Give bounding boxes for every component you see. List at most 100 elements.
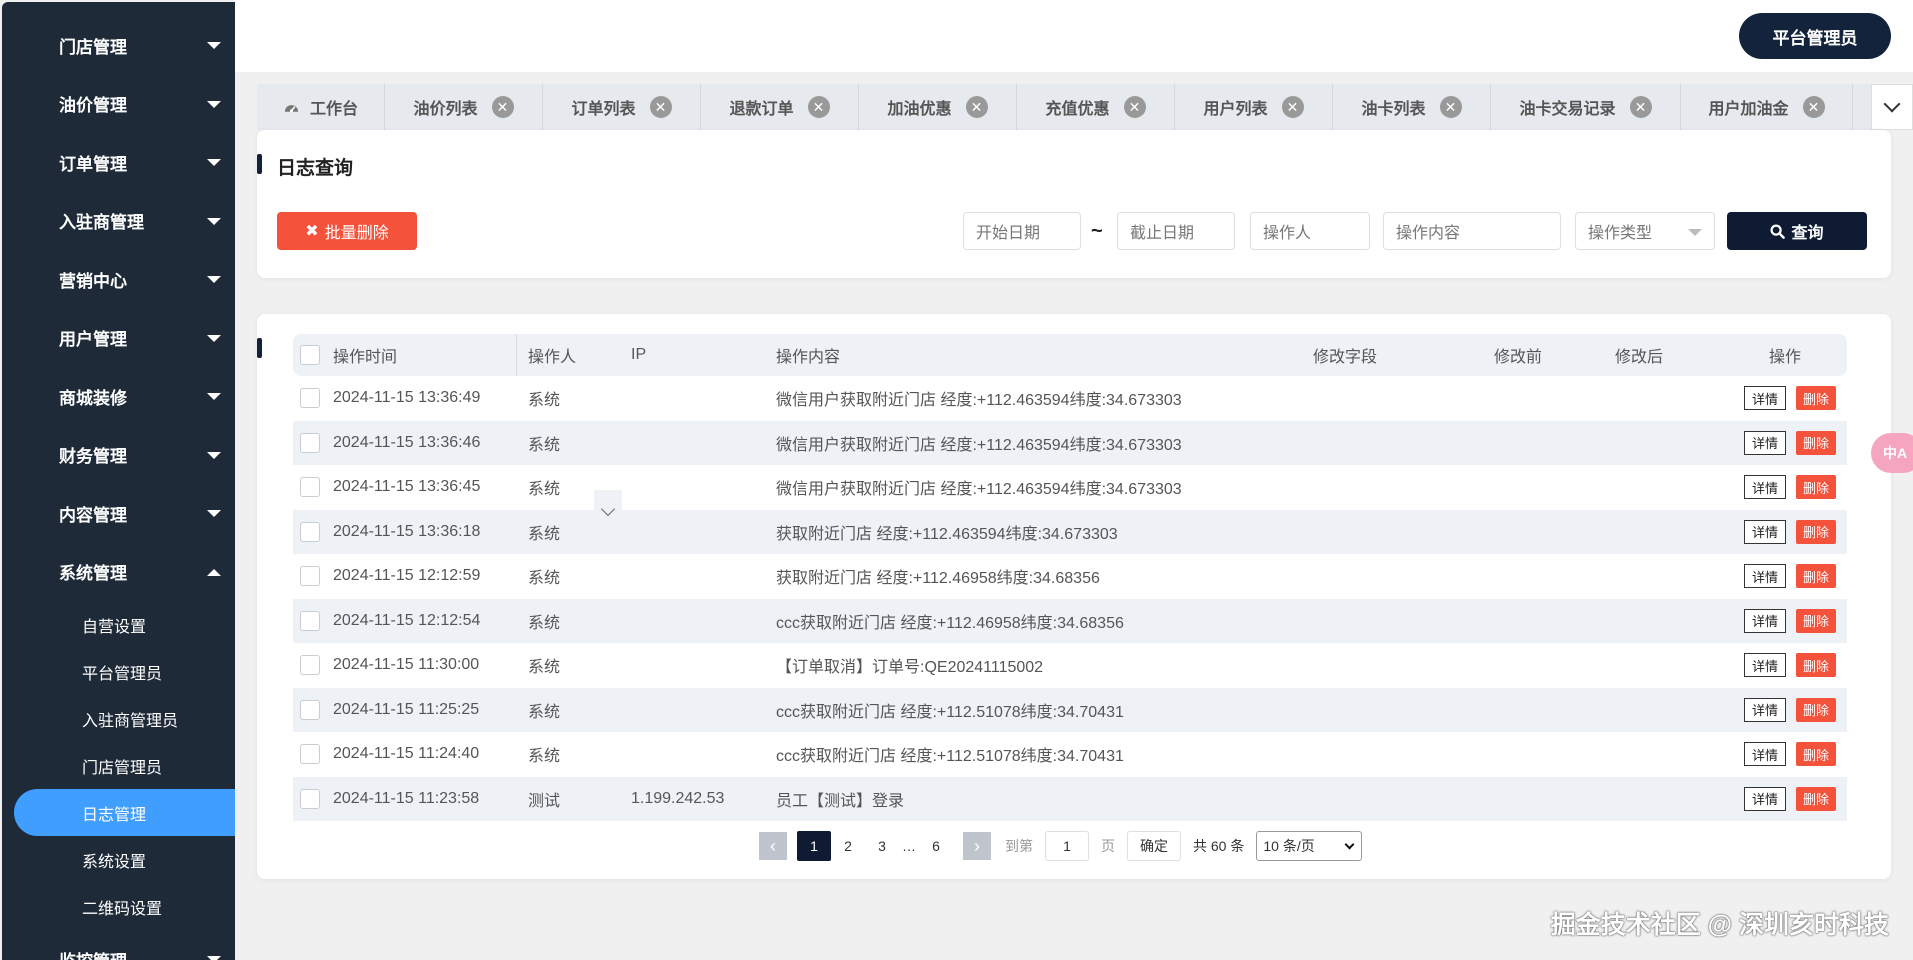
table-row: 2024-11-15 11:30:00 系统 【订单取消】订单号:QE2024111… (293, 643, 1847, 688)
delete-button[interactable]: 删除 (1796, 608, 1836, 633)
detail-button[interactable]: 详情 (1744, 386, 1786, 411)
cell-time: 2024-11-15 11:25:25 (333, 700, 480, 718)
row-checkbox[interactable] (300, 388, 320, 409)
detail-button[interactable]: 详情 (1744, 786, 1786, 811)
sidebar-menu-monitor[interactable]: 监控管理 (2, 930, 235, 960)
close-icon[interactable]: ✕ (1123, 96, 1146, 118)
delete-button[interactable]: 删除 (1796, 697, 1836, 722)
sidebar-subitem-2[interactable]: 入驻商管理员 (2, 695, 235, 742)
end-date-input[interactable]: 截止日期 (1117, 212, 1235, 250)
close-icon[interactable]: ✕ (1629, 96, 1652, 118)
page-3[interactable]: 3 (865, 832, 899, 860)
detail-button[interactable]: 详情 (1744, 430, 1786, 455)
tab-5[interactable]: 充值优惠 ✕ (1017, 84, 1175, 130)
delete-button[interactable]: 删除 (1796, 430, 1836, 455)
sidebar-menu-8[interactable]: 内容管理 (2, 484, 235, 543)
delete-button[interactable]: 删除 (1796, 519, 1836, 544)
close-icon[interactable]: ✕ (1802, 96, 1825, 118)
sidebar-menu-4[interactable]: 营销中心 (2, 250, 235, 309)
header-content: 操作内容 (776, 349, 841, 366)
close-icon[interactable]: ✕ (1439, 96, 1462, 118)
page-6[interactable]: 6 (919, 832, 953, 860)
row-checkbox[interactable] (300, 699, 320, 720)
detail-button[interactable]: 详情 (1744, 653, 1786, 678)
tab-1[interactable]: 油价列表 ✕ (385, 84, 543, 130)
tab-9[interactable]: 用户加油金 ✕ (1681, 84, 1853, 130)
tab-more-dropdown[interactable] (1871, 84, 1913, 130)
goto-confirm-button[interactable]: 确定 (1127, 831, 1181, 861)
sidebar-menu-0[interactable]: 门店管理 (2, 16, 235, 75)
batch-delete-button[interactable]: ✖ 批量删除 (277, 212, 417, 250)
row-checkbox[interactable] (300, 477, 320, 498)
start-date-input[interactable]: 开始日期 (963, 212, 1081, 250)
delete-button[interactable]: 删除 (1796, 742, 1836, 767)
delete-button[interactable]: 删除 (1796, 653, 1836, 678)
sidebar-menu-2[interactable]: 订单管理 (2, 133, 235, 192)
close-icon[interactable]: ✕ (965, 96, 988, 118)
detail-button[interactable]: 详情 (1744, 608, 1786, 633)
sidebar-menu-9[interactable]: 系统管理 (2, 543, 235, 602)
prev-page-button[interactable]: ‹ (759, 832, 787, 860)
admin-profile-button[interactable]: 平台管理员 (1739, 13, 1891, 59)
row-checkbox[interactable] (300, 655, 320, 676)
row-checkbox[interactable] (300, 521, 320, 542)
table-row: 2024-11-15 13:36:46 系统 微信用户获取附近门店 经度:+112.… (293, 420, 1847, 465)
cell-operator: 系统 (528, 614, 561, 632)
sidebar-menu-3[interactable]: 入驻商管理 (2, 192, 235, 251)
detail-button[interactable]: 详情 (1744, 475, 1786, 500)
row-checkbox[interactable] (300, 566, 320, 587)
detail-button[interactable]: 详情 (1744, 697, 1786, 722)
page-size-select[interactable]: 10 条/页 (1256, 831, 1363, 861)
delete-button[interactable]: 删除 (1796, 564, 1836, 589)
detail-button[interactable]: 详情 (1744, 519, 1786, 544)
sidebar-menu-1[interactable]: 油价管理 (2, 75, 235, 134)
goto-page-input[interactable]: 1 (1045, 831, 1089, 861)
operation-type-select[interactable]: 操作类型 (1575, 212, 1715, 250)
search-icon (1770, 223, 1786, 239)
sidebar-menu-5[interactable]: 用户管理 (2, 309, 235, 368)
delete-button[interactable]: 删除 (1796, 475, 1836, 500)
translate-button[interactable]: 中A (1871, 433, 1913, 473)
sidebar-subitem-3[interactable]: 门店管理员 (2, 742, 235, 789)
tab-label: 工作台 (309, 101, 358, 118)
sidebar-subitem-1[interactable]: 平台管理员 (2, 648, 235, 695)
delete-button[interactable]: 删除 (1796, 786, 1836, 811)
close-icon[interactable]: ✕ (491, 96, 514, 118)
tab-0[interactable]: 工作台 (257, 84, 385, 130)
row-checkbox[interactable] (300, 788, 320, 809)
row-checkbox[interactable] (300, 610, 320, 631)
next-page-button[interactable]: › (963, 832, 991, 860)
query-button[interactable]: 查询 (1727, 212, 1867, 250)
detail-button[interactable]: 详情 (1744, 742, 1786, 767)
sidebar-subitem-5[interactable]: 系统设置 (2, 836, 235, 883)
page-1[interactable]: 1 (797, 831, 831, 861)
tab-8[interactable]: 油卡交易记录 ✕ (1491, 84, 1681, 130)
close-icon[interactable]: ✕ (1281, 96, 1304, 118)
tab-2[interactable]: 订单列表 ✕ (543, 84, 701, 130)
tab-4[interactable]: 加油优惠 ✕ (859, 84, 1017, 130)
close-icon[interactable]: ✕ (807, 96, 830, 118)
cell-content: 获取附近门店 经度:+112.463594纬度:34.673303 (776, 525, 1118, 543)
row-checkbox[interactable] (300, 432, 320, 453)
operation-content-input[interactable]: 操作内容 (1383, 212, 1561, 250)
row-checkbox[interactable] (300, 744, 320, 765)
delete-button[interactable]: 删除 (1796, 386, 1836, 411)
sidebar-menu-6[interactable]: 商城装修 (2, 367, 235, 426)
tab-3[interactable]: 退款订单 ✕ (701, 84, 859, 130)
sidebar-subitem-0[interactable]: 自营设置 (2, 601, 235, 648)
sidebar-subitem-4[interactable]: 日志管理 (14, 789, 235, 836)
tab-7[interactable]: 油卡列表 ✕ (1333, 84, 1491, 130)
cell-time: 2024-11-15 11:30:00 (333, 656, 480, 674)
select-all-checkbox[interactable] (300, 345, 320, 365)
page-2[interactable]: 2 (831, 832, 865, 860)
detail-button[interactable]: 详情 (1744, 564, 1786, 589)
table-row: 2024-11-15 11:25:25 系统 ccc获取附近门店 经度:+112.5… (293, 687, 1847, 732)
sidebar-menu-7[interactable]: 财务管理 (2, 426, 235, 485)
close-icon[interactable]: ✕ (649, 96, 672, 118)
tab-6[interactable]: 用户列表 ✕ (1175, 84, 1333, 130)
header-before: 修改前 (1494, 349, 1543, 366)
column-dropdown-toggle[interactable] (594, 490, 622, 535)
sidebar-subitem-6[interactable]: 二维码设置 (2, 883, 235, 930)
operator-input[interactable]: 操作人 (1250, 212, 1370, 250)
column-divider[interactable] (516, 334, 517, 376)
